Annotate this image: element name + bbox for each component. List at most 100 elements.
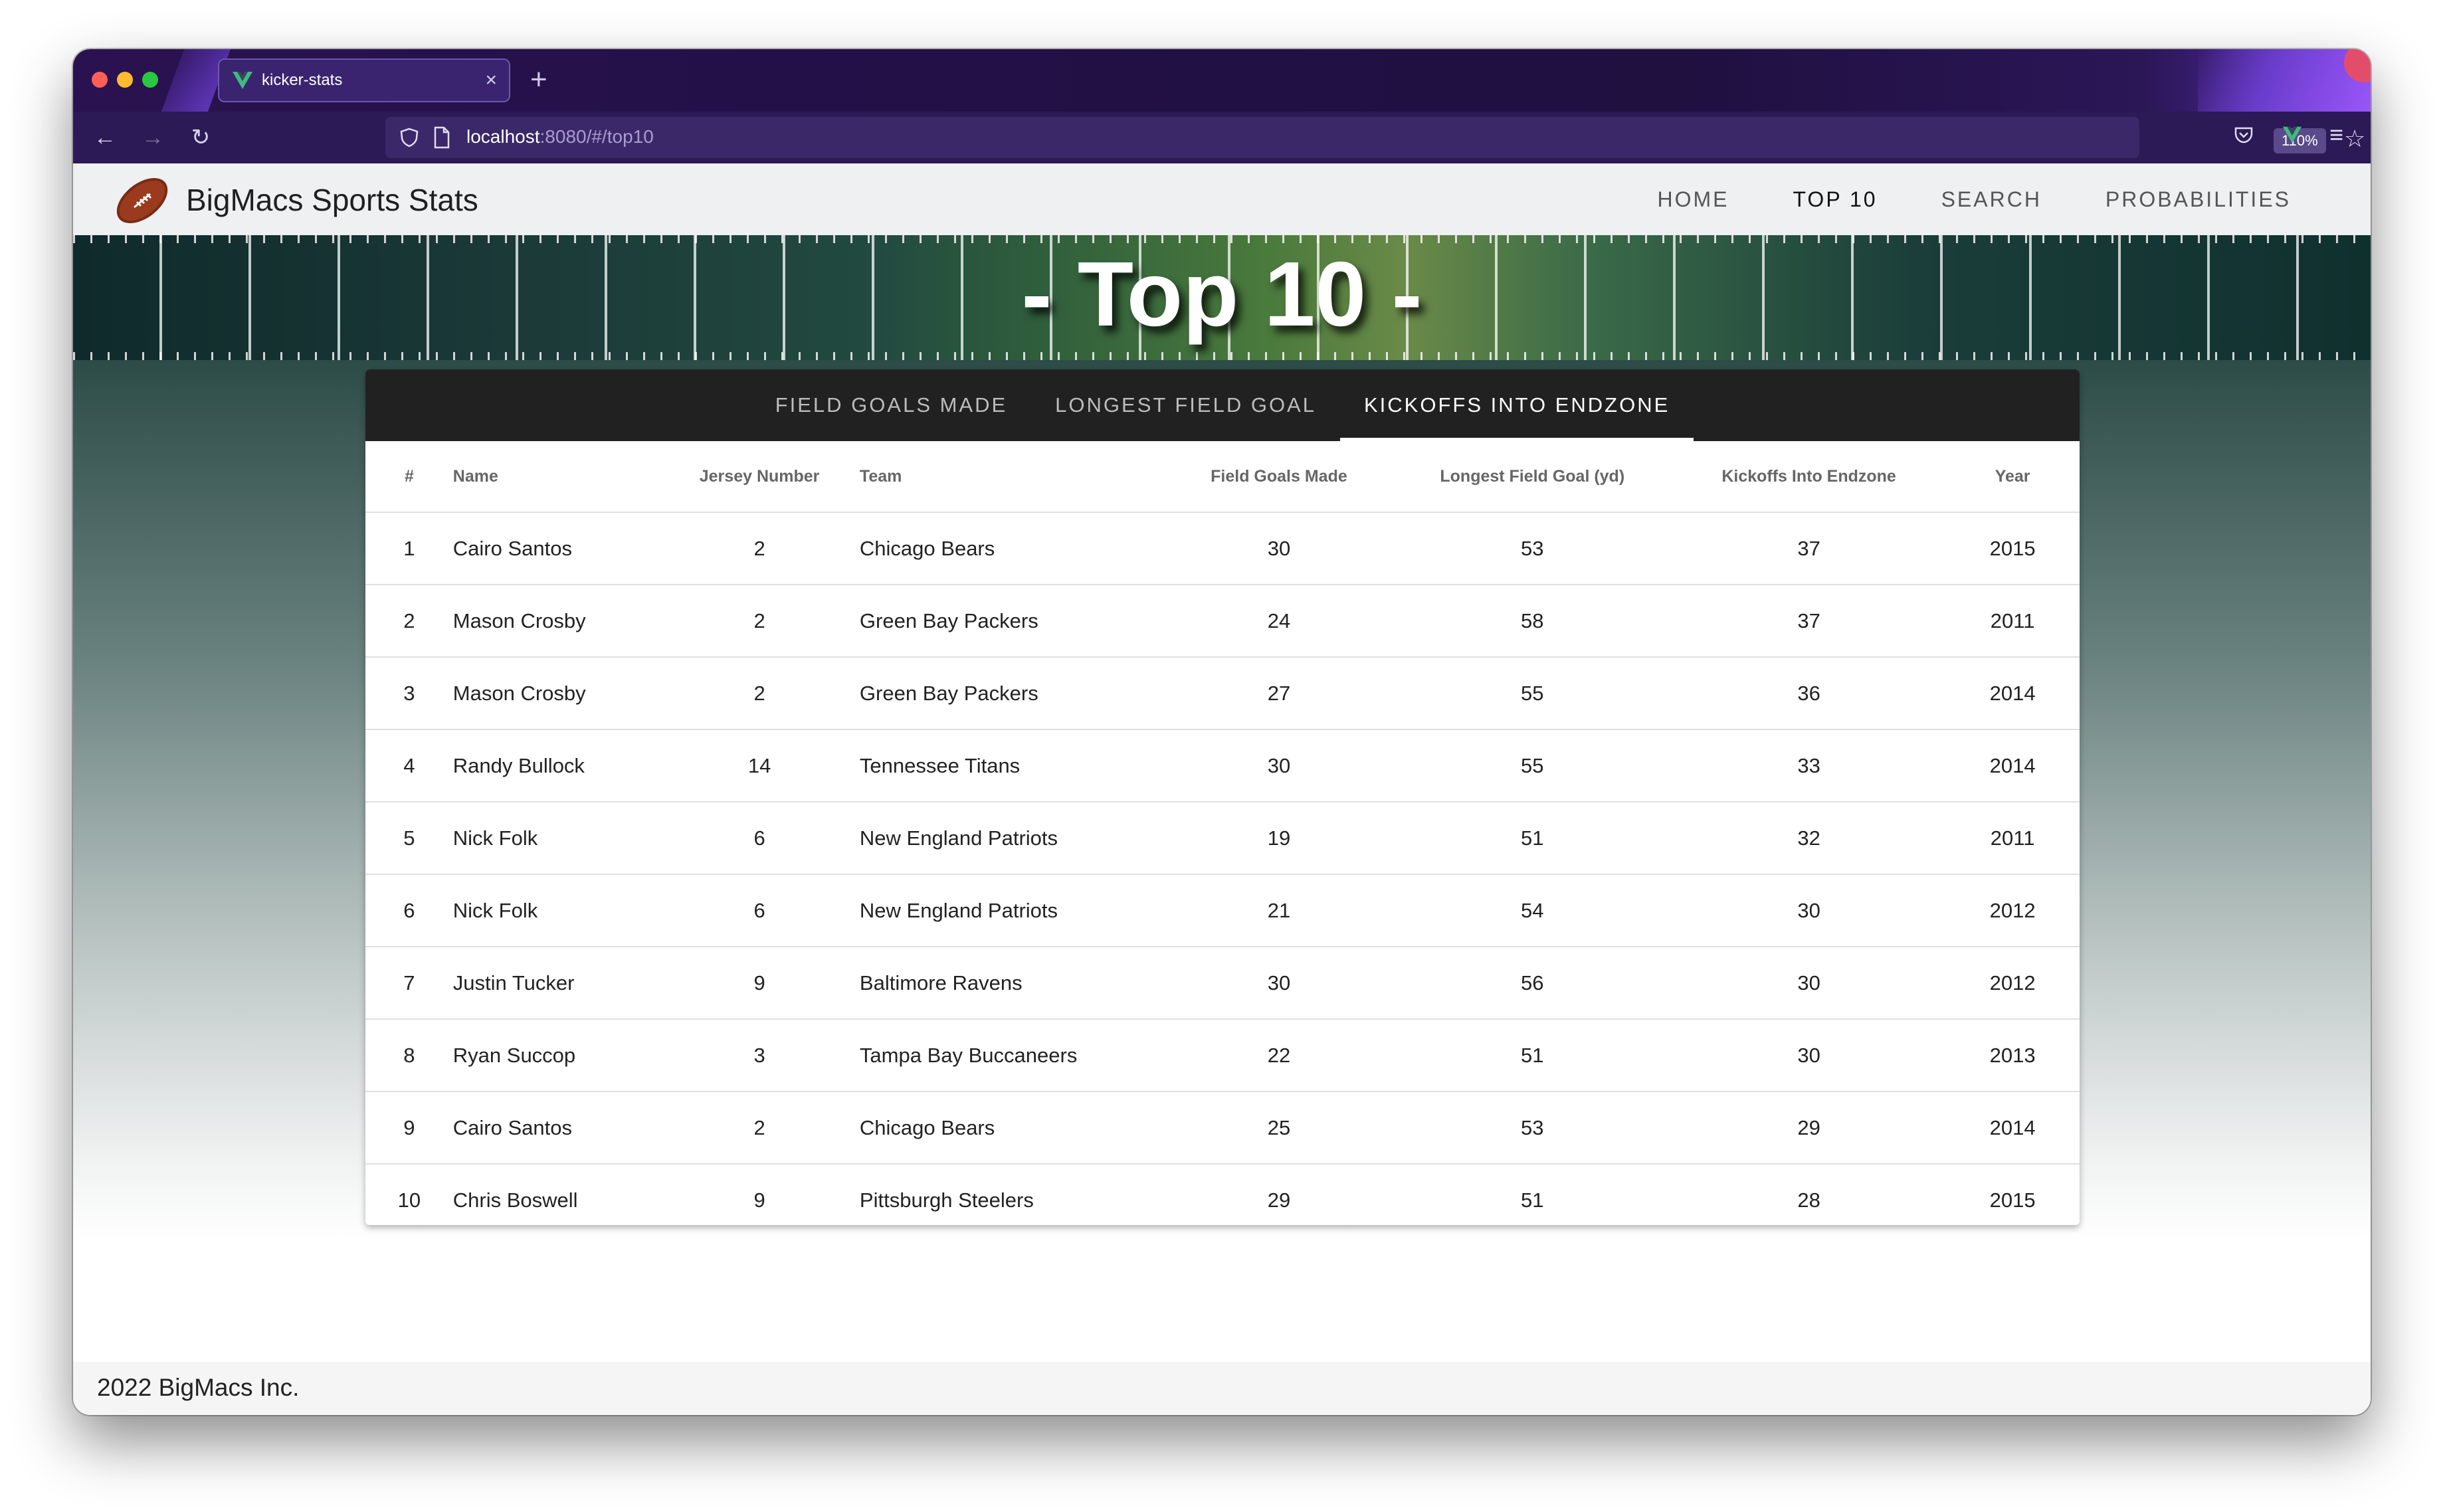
- cell-kickoffs: 37: [1672, 512, 1946, 585]
- cell-year: 2012: [1945, 947, 2080, 1020]
- cell-name: Nick Folk: [452, 802, 680, 875]
- cell-name: Justin Tucker: [452, 947, 680, 1020]
- cell-year: 2015: [1945, 512, 2080, 585]
- cell-field-goals: 30: [1165, 512, 1393, 585]
- cell-longest: 55: [1392, 657, 1672, 730]
- column-header-jersey[interactable]: Jersey Number: [679, 441, 840, 513]
- close-tab-icon[interactable]: ×: [485, 69, 497, 92]
- cell-jersey: 6: [679, 874, 840, 947]
- star-icon[interactable]: ☆: [2344, 125, 2365, 153]
- column-header-field-goals[interactable]: Field Goals Made: [1165, 441, 1393, 513]
- tab-kickoffs-into-endzone[interactable]: KICKOFFS INTO ENDZONE: [1339, 369, 1694, 441]
- brand-title[interactable]: BigMacs Sports Stats: [186, 182, 478, 218]
- table-row[interactable]: 4 Randy Bullock 14 Tennessee Titans 30 55 33 20…: [365, 729, 2080, 803]
- arrow-right-icon[interactable]: →: [140, 124, 166, 151]
- column-header-name[interactable]: Name: [452, 441, 680, 513]
- cell-name: Mason Crosby: [452, 585, 680, 658]
- cell-year: 2014: [1945, 657, 2080, 730]
- column-header-rank[interactable]: #: [365, 441, 453, 513]
- cell-year: 2014: [1945, 1091, 2080, 1165]
- nav-search[interactable]: SEARCH: [1909, 187, 2074, 212]
- vue-icon: [233, 72, 252, 89]
- table-row[interactable]: 7 Justin Tucker 9 Baltimore Ravens 30 56 30 201…: [365, 947, 2080, 1020]
- column-header-team[interactable]: Team: [839, 441, 1166, 513]
- nav-probabilities[interactable]: PROBABILITIES: [2074, 187, 2323, 212]
- cell-jersey: 6: [679, 802, 840, 875]
- cell-field-goals: 29: [1267, 1188, 1291, 1212]
- url-text[interactable]: localhost:8080/#/top10: [466, 126, 654, 147]
- close-window-button[interactable]: [92, 72, 108, 88]
- cell-team: Tennessee Titans: [839, 729, 1166, 803]
- cell-name: Mason Crosby: [452, 657, 680, 730]
- footer-copyright: 2022 BigMacs Inc.: [97, 1374, 300, 1401]
- column-header-kickoffs[interactable]: Kickoffs Into Endzone: [1672, 441, 1946, 513]
- vue-icon[interactable]: [2282, 124, 2303, 145]
- table-row[interactable]: 5 Nick Folk 6 New England Patriots 19 51 32 201…: [365, 802, 2080, 875]
- cell-longest: 56: [1392, 947, 1672, 1020]
- football-icon: [116, 178, 168, 223]
- table-row[interactable]: 3 Mason Crosby 2 Green Bay Packers 27 55 36 201…: [365, 657, 2080, 730]
- table-body: 1 Cairo Santos 2 Chicago Bears 30 53 37 2015 2 Ma…: [365, 512, 2080, 1225]
- navigation-toolbar: ← → ↻ localhost:8080/#/top10 110% ☆ ≡: [73, 112, 2371, 163]
- cell-field-goals: 22: [1165, 1019, 1393, 1092]
- cell-name: Randy Bullock: [452, 729, 680, 803]
- column-header-year[interactable]: Year: [1945, 441, 2080, 513]
- cell-jersey: 14: [679, 729, 840, 803]
- cell-longest: 51: [1521, 1188, 1544, 1212]
- cell-field-goals: 30: [1165, 729, 1393, 803]
- browser-tab[interactable]: kicker-stats ×: [218, 58, 510, 102]
- table-row[interactable]: 6 Nick Folk 6 New England Patriots 21 54 30 201…: [365, 874, 2080, 947]
- url-host: localhost: [466, 126, 540, 147]
- tab-strip: kicker-stats × +: [73, 49, 2371, 112]
- footer: 2022 BigMacs Inc.: [73, 1362, 2371, 1415]
- cell-kickoffs: 28: [1797, 1188, 1820, 1212]
- column-header-longest[interactable]: Longest Field Goal (yd): [1392, 441, 1672, 513]
- arrow-left-icon[interactable]: ←: [92, 124, 118, 151]
- tab-longest-field-goal[interactable]: LONGEST FIELD GOAL: [1031, 369, 1340, 441]
- table-row[interactable]: 8 Ryan Succop 3 Tampa Bay Buccaneers 22 51 30 2…: [365, 1019, 2080, 1092]
- cell-rank: 5: [365, 802, 453, 875]
- tab-title: kicker-stats: [262, 71, 343, 89]
- table-row[interactable]: 9 Cairo Santos 2 Chicago Bears 25 53 29 2014: [365, 1091, 2080, 1165]
- cell-year: 2013: [1945, 1019, 2080, 1092]
- pocket-icon[interactable]: [2234, 125, 2254, 145]
- reload-icon[interactable]: ↻: [187, 124, 214, 151]
- cell-team: Tampa Bay Buccaneers: [839, 1019, 1166, 1092]
- browser-window: kicker-stats × + ← → ↻ localhost:8080/#/…: [73, 49, 2371, 1415]
- maximize-window-button[interactable]: [142, 72, 158, 88]
- nav-home[interactable]: HOME: [1625, 187, 1761, 212]
- tab-field-goals-made[interactable]: FIELD GOALS MADE: [751, 369, 1031, 441]
- url-path: :8080/#/top10: [539, 126, 654, 147]
- cell-kickoffs: 30: [1672, 947, 1946, 1020]
- cell-field-goals: 30: [1165, 947, 1393, 1020]
- cell-longest: 55: [1392, 729, 1672, 803]
- table-row[interactable]: 10 Chris Boswell 9 Pittsburgh Steelers 29 51 2…: [365, 1164, 2080, 1225]
- cell-rank: 6: [365, 874, 453, 947]
- cell-kickoffs: 36: [1672, 657, 1946, 730]
- cell-kickoffs: 33: [1672, 729, 1946, 803]
- cell-field-goals: 24: [1165, 585, 1393, 658]
- cell-rank: 4: [365, 729, 453, 803]
- page-title: - Top 10 -: [1021, 243, 1422, 345]
- stats-card: FIELD GOALS MADE LONGEST FIELD GOAL KICK…: [365, 369, 2080, 1225]
- table-row[interactable]: 2 Mason Crosby 2 Green Bay Packers 24 58 37 201…: [365, 585, 2080, 658]
- cell-kickoffs: 30: [1672, 1019, 1946, 1092]
- cell-jersey: 2: [679, 1091, 840, 1165]
- cell-name: Chris Boswell: [452, 1188, 578, 1212]
- hero-banner: - Top 10 -: [73, 235, 2371, 360]
- address-bar[interactable]: localhost:8080/#/top10 110% ☆: [385, 117, 2365, 158]
- main-nav: HOME TOP 10 SEARCH PROBABILITIES: [1625, 163, 2323, 235]
- hamburger-menu-icon[interactable]: ≡: [2329, 121, 2343, 149]
- shield-icon[interactable]: [399, 127, 420, 148]
- field-hash-marks: [73, 352, 2371, 360]
- cell-rank: 8: [365, 1019, 453, 1092]
- cell-team: New England Patriots: [839, 874, 1166, 947]
- nav-top-10[interactable]: TOP 10: [1761, 187, 1909, 212]
- table-row[interactable]: 1 Cairo Santos 2 Chicago Bears 30 53 37 2015: [365, 512, 2080, 585]
- cell-year: 2015: [1989, 1188, 2036, 1212]
- new-tab-button[interactable]: +: [530, 61, 547, 98]
- cell-longest: 53: [1392, 512, 1672, 585]
- minimize-window-button[interactable]: [117, 72, 133, 88]
- cell-name: Nick Folk: [452, 874, 680, 947]
- stat-tabs: FIELD GOALS MADE LONGEST FIELD GOAL KICK…: [365, 369, 2080, 441]
